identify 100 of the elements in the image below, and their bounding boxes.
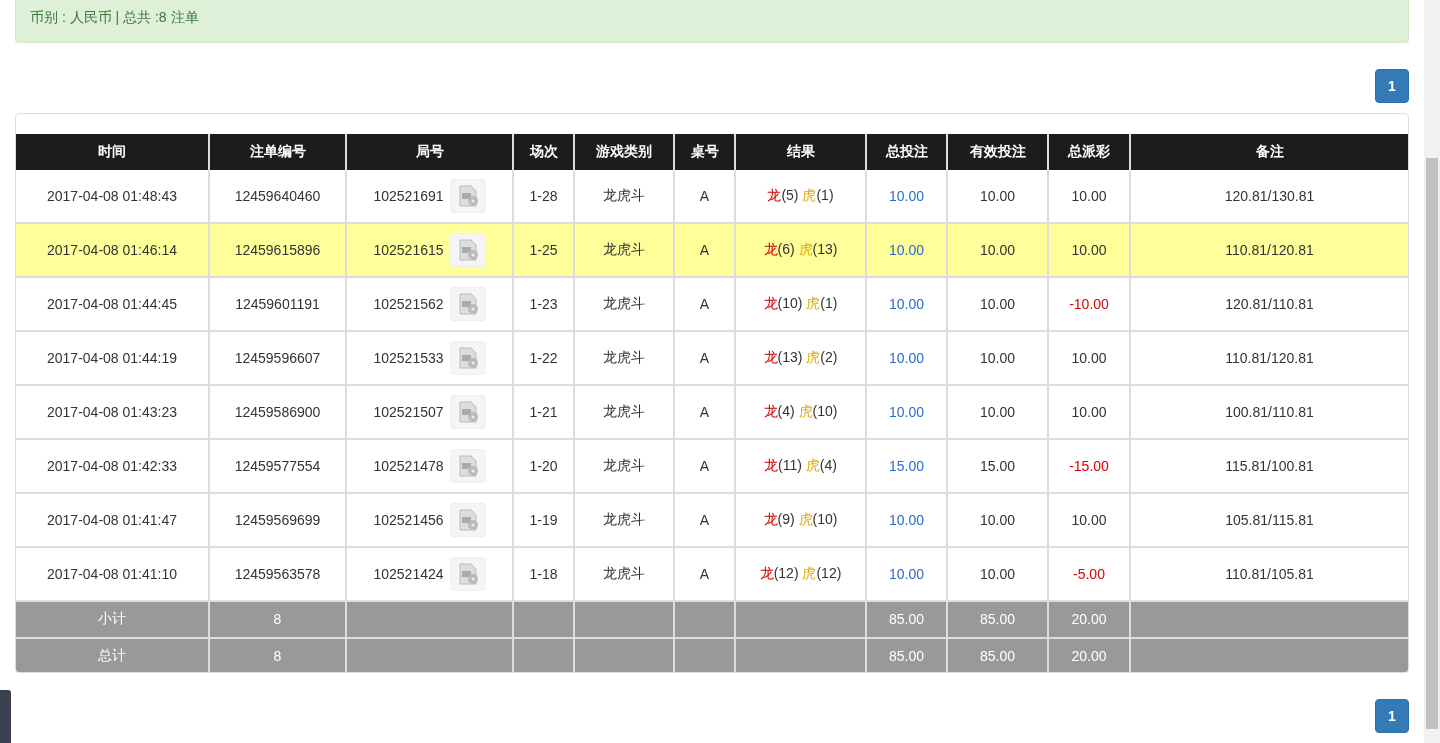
- table-cell: 10.00: [866, 276, 947, 331]
- table-row[interactable]: 2017-04-08 01:46:14 12459615896 102521615 1-25 龙虎斗 A 龙(6) 虎(13) 10.00 10.00 10.00 110.81/120.81: [16, 222, 1408, 277]
- column-header: 注单编号: [209, 133, 346, 170]
- table-cell: 2017-04-08 01:44:19: [16, 330, 209, 385]
- round-number: 102521615: [373, 241, 444, 258]
- table-cell: A: [674, 384, 735, 439]
- table-cell: 龙虎斗: [574, 546, 674, 601]
- table-cell: 10.00: [866, 384, 947, 439]
- column-header: 有效投注: [947, 133, 1048, 170]
- video-button[interactable]: [449, 232, 486, 267]
- page-button[interactable]: 1: [1375, 699, 1409, 733]
- table-cell: 120.81/130.81: [1130, 169, 1408, 223]
- table-cell: 1-23: [513, 276, 574, 331]
- table-cell: 10.00: [947, 330, 1048, 385]
- total-cell: 85.00: [947, 637, 1048, 672]
- total-cell: 85.00: [866, 600, 947, 638]
- page-button[interactable]: 1: [1375, 68, 1409, 103]
- scrollbar[interactable]: [1424, 0, 1440, 743]
- table-cell: 2017-04-08 01:41:10: [16, 546, 209, 601]
- table-cell: 12459577554: [209, 438, 346, 493]
- table-cell: 1-20: [513, 438, 574, 493]
- total-cell: 20.00: [1048, 600, 1130, 638]
- table-cell: 1-28: [513, 169, 574, 223]
- table-cell: 100.81/110.81: [1130, 384, 1408, 439]
- table-row[interactable]: 2017-04-08 01:44:45 12459601191 102521562 1-23 龙虎斗 A 龙(10) 虎(1) 10.00 10.00 -10.00 120.81/110.81: [16, 276, 1408, 331]
- table-cell: 10.00: [1048, 384, 1130, 439]
- video-button[interactable]: [449, 556, 486, 591]
- table-cell: 龙虎斗: [574, 438, 674, 493]
- table-cell: 105.81/115.81: [1130, 492, 1408, 547]
- table-cell: A: [674, 169, 735, 223]
- table-cell: 2017-04-08 01:46:14: [16, 222, 209, 277]
- table-cell: 1-19: [513, 492, 574, 547]
- table-cell: 2017-04-08 01:43:23: [16, 384, 209, 439]
- table-row[interactable]: 2017-04-08 01:41:47 12459569699 102521456 1-19 龙虎斗 A 龙(9) 虎(10) 10.00 10.00 10.00 105.81/115.81: [16, 492, 1408, 547]
- table-cell: 15.00: [866, 438, 947, 493]
- table-cell: -10.00: [1048, 276, 1130, 331]
- round-number: 102521562: [373, 295, 444, 312]
- table-row[interactable]: 2017-04-08 01:48:43 12459640460 102521691 1-28 龙虎斗 A 龙(5) 虎(1) 10.00 10.00 10.00 120.81/130.81: [16, 169, 1408, 223]
- table-cell: 10.00: [866, 330, 947, 385]
- column-header: 局号: [346, 133, 513, 170]
- video-button[interactable]: [449, 286, 486, 321]
- column-header: 时间: [16, 133, 209, 170]
- table-row[interactable]: 2017-04-08 01:43:23 12459586900 102521507 1-21 龙虎斗 A 龙(4) 虎(10) 10.00 10.00 10.00 100.81/110.81: [16, 384, 1408, 439]
- table-cell: 10.00: [866, 492, 947, 547]
- video-button[interactable]: [449, 448, 486, 483]
- table-cell: 120.81/110.81: [1130, 276, 1408, 331]
- total-cell: 20.00: [1048, 637, 1130, 672]
- table-cell: 10.00: [947, 546, 1048, 601]
- table-cell: A: [674, 546, 735, 601]
- table-cell: 10.00: [947, 222, 1048, 277]
- table-cell: 12459615896: [209, 222, 346, 277]
- round-number: 102521507: [373, 403, 444, 420]
- video-button[interactable]: [449, 178, 486, 213]
- total-cell: 8: [209, 600, 346, 638]
- round-number: 102521478: [373, 457, 444, 474]
- result-cell: 龙(13) 虎(2): [735, 330, 866, 385]
- table-cell: -15.00: [1048, 438, 1130, 493]
- video-button[interactable]: [449, 502, 486, 537]
- result-cell: 龙(6) 虎(13): [735, 222, 866, 277]
- total-cell: 85.00: [866, 637, 947, 672]
- table-cell: 10.00: [1048, 330, 1130, 385]
- table-cell: 10.00: [866, 222, 947, 277]
- table-cell: A: [674, 330, 735, 385]
- round-number: 102521533: [373, 349, 444, 366]
- table-cell: -5.00: [1048, 546, 1130, 601]
- column-header: 场次: [513, 133, 574, 170]
- table-cell: 110.81/105.81: [1130, 546, 1408, 601]
- column-header: 结果: [735, 133, 866, 170]
- table-cell: 12459569699: [209, 492, 346, 547]
- table-cell: 10.00: [866, 169, 947, 223]
- table-cell: 2017-04-08 01:41:47: [16, 492, 209, 547]
- table-cell: 110.81/120.81: [1130, 330, 1408, 385]
- video-button[interactable]: [449, 394, 486, 429]
- column-header: 桌号: [674, 133, 735, 170]
- result-cell: 龙(12) 虎(12): [735, 546, 866, 601]
- round-number: 102521691: [373, 187, 444, 204]
- total-cell: 总计: [16, 637, 209, 672]
- table-cell: 10.00: [1048, 222, 1130, 277]
- table-cell: 10.00: [947, 384, 1048, 439]
- table-cell: 115.81/100.81: [1130, 438, 1408, 493]
- table-cell: 10.00: [1048, 492, 1130, 547]
- table-cell: 龙虎斗: [574, 492, 674, 547]
- table-cell: 12459563578: [209, 546, 346, 601]
- table-cell: A: [674, 492, 735, 547]
- table-cell: 12459586900: [209, 384, 346, 439]
- table-cell: 10.00: [866, 546, 947, 601]
- scrollbar-thumb[interactable]: [1426, 158, 1438, 729]
- total-cell: 85.00: [947, 600, 1048, 638]
- column-header: 游戏类别: [574, 133, 674, 170]
- table-cell: 15.00: [947, 438, 1048, 493]
- table-row[interactable]: 2017-04-08 01:42:33 12459577554 102521478 1-20 龙虎斗 A 龙(11) 虎(4) 15.00 15.00 -15.00 115.81/100.81: [16, 438, 1408, 493]
- video-button[interactable]: [449, 340, 486, 375]
- table-cell: 2017-04-08 01:48:43: [16, 169, 209, 223]
- table-row[interactable]: 2017-04-08 01:44:19 12459596607 102521533 1-22 龙虎斗 A 龙(13) 虎(2) 10.00 10.00 10.00 110.81/120.81: [16, 330, 1408, 385]
- result-cell: 龙(9) 虎(10): [735, 492, 866, 547]
- table-row[interactable]: 2017-04-08 01:41:10 12459563578 102521424 1-18 龙虎斗 A 龙(12) 虎(12) 10.00 10.00 -5.00 110.81/105.81: [16, 546, 1408, 601]
- summary-text: 币别 : 人民币 | 总共 :8 注单: [30, 9, 199, 27]
- result-cell: 龙(11) 虎(4): [735, 438, 866, 493]
- column-header: 备注: [1130, 133, 1408, 170]
- table-cell: 10.00: [947, 492, 1048, 547]
